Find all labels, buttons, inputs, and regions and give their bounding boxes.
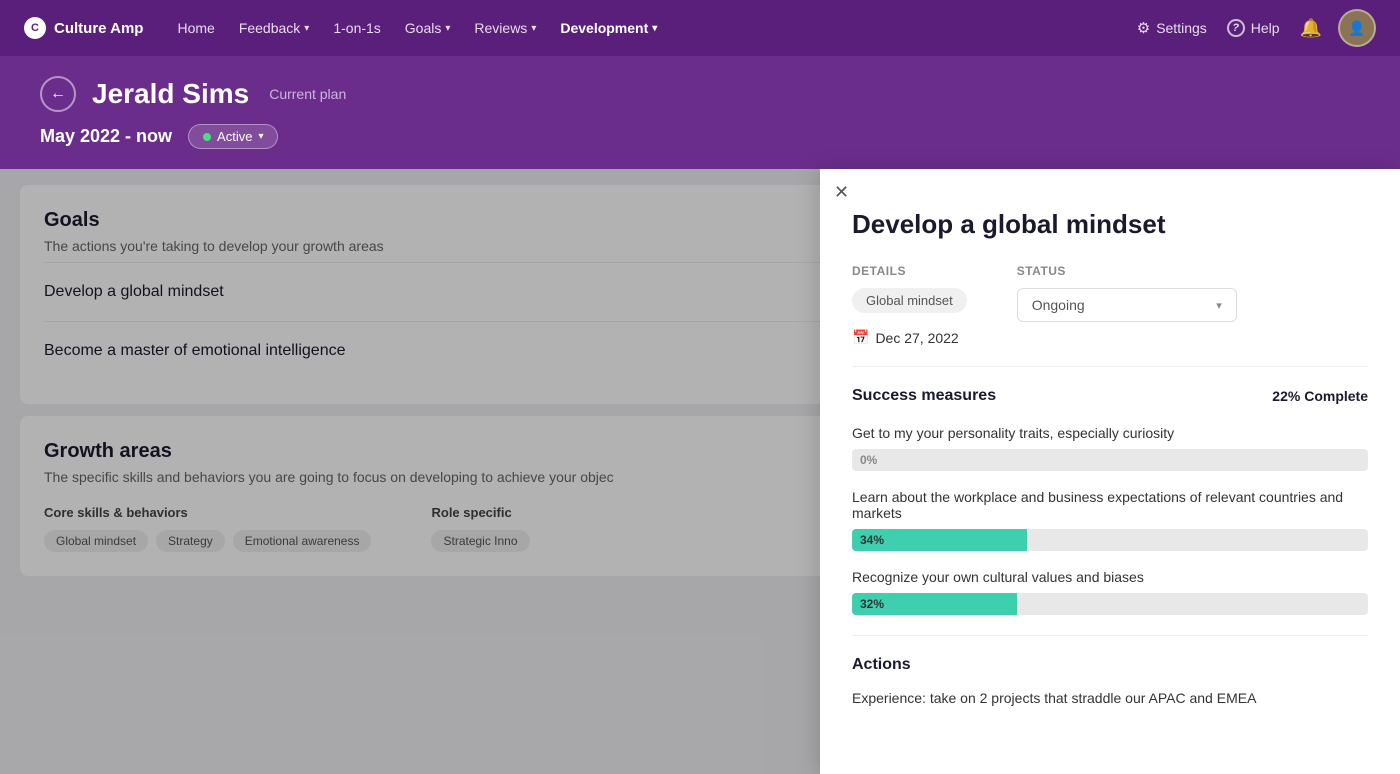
logo-icon: C	[24, 17, 46, 39]
measure-text-2: Learn about the workplace and business e…	[852, 489, 1368, 521]
help-nav[interactable]: ? Help	[1227, 19, 1280, 37]
nav-goals[interactable]: Goals ▾	[395, 14, 461, 42]
actions-title: Actions	[852, 656, 1368, 674]
panel-tag: Global mindset	[852, 288, 967, 313]
gear-icon: ⚙	[1137, 19, 1150, 37]
nav-home[interactable]: Home	[167, 14, 224, 42]
progress-bar-bg-2: 34%	[852, 529, 1368, 551]
status-dot	[203, 133, 211, 141]
back-arrow-icon: ←	[50, 85, 66, 103]
complete-badge: 22% Complete	[1272, 388, 1368, 404]
nav-1on1s[interactable]: 1-on-1s	[323, 14, 390, 42]
progress-label-3: 32%	[860, 597, 884, 611]
success-header: Success measures 22% Complete	[852, 387, 1368, 405]
chevron-down-icon: ▾	[304, 23, 309, 34]
back-button[interactable]: ←	[40, 76, 76, 112]
action-text: Experience: take on 2 projects that stra…	[852, 688, 1368, 709]
navigation: C Culture Amp Home Feedback ▾ 1-on-1s Go…	[0, 0, 1400, 56]
status-label: Status	[1017, 264, 1237, 278]
nav-development[interactable]: Development ▾	[550, 14, 667, 42]
success-title: Success measures	[852, 387, 996, 405]
chevron-down-icon: ▾	[531, 23, 536, 34]
question-icon: ?	[1227, 19, 1245, 37]
divider-2	[852, 635, 1368, 636]
date-bar: May 2022 - now Active ▾	[0, 124, 1400, 169]
status-select[interactable]: Ongoing ▾	[1017, 288, 1237, 322]
bell-icon: 🔔	[1300, 18, 1322, 38]
panel-meta: Details Global mindset 📅 Dec 27, 2022 St…	[852, 264, 1368, 346]
close-icon: ✕	[834, 182, 849, 202]
panel-date: 📅 Dec 27, 2022	[852, 329, 967, 346]
side-panel: ✕ Develop a global mindset Details Globa…	[820, 169, 1400, 774]
measure-row-3: Recognize your own cultural values and b…	[852, 569, 1368, 615]
page-header: ← Jerald Sims Current plan	[0, 56, 1400, 124]
bell-button[interactable]: 🔔	[1300, 18, 1322, 39]
settings-nav[interactable]: ⚙ Settings	[1137, 19, 1207, 37]
chevron-down-icon: ▾	[652, 23, 657, 34]
progress-label-2: 34%	[860, 533, 884, 547]
page-title: Jerald Sims	[92, 78, 249, 110]
close-button[interactable]: ✕	[834, 183, 849, 201]
measure-row-1: Get to my your personality traits, espec…	[852, 425, 1368, 471]
calendar-icon: 📅	[852, 329, 869, 346]
avatar[interactable]: 👤	[1338, 9, 1376, 47]
measure-text-3: Recognize your own cultural values and b…	[852, 569, 1368, 585]
status-badge[interactable]: Active ▾	[188, 124, 278, 149]
details-label: Details	[852, 264, 967, 278]
progress-bar-bg-3: 32%	[852, 593, 1368, 615]
logo-text: Culture Amp	[54, 20, 143, 37]
measure-text-1: Get to my your personality traits, espec…	[852, 425, 1368, 441]
chevron-down-icon: ▾	[258, 131, 263, 142]
panel-title: Develop a global mindset	[852, 209, 1368, 240]
date-range: May 2022 - now	[40, 126, 172, 147]
content-area: Goals The actions you're taking to devel…	[0, 169, 1400, 774]
measure-row-2: Learn about the workplace and business e…	[852, 489, 1368, 551]
divider	[852, 366, 1368, 367]
progress-bar-bg-1: 0%	[852, 449, 1368, 471]
nav-feedback[interactable]: Feedback ▾	[229, 14, 320, 42]
chevron-down-icon: ▾	[1216, 299, 1222, 312]
nav-reviews[interactable]: Reviews ▾	[464, 14, 546, 42]
logo[interactable]: C Culture Amp	[24, 17, 143, 39]
page-subtitle: Current plan	[269, 86, 346, 102]
chevron-down-icon: ▾	[445, 23, 450, 34]
actions-section: Actions Experience: take on 2 projects t…	[852, 656, 1368, 709]
avatar-image: 👤	[1348, 20, 1365, 37]
progress-label-1: 0%	[860, 453, 877, 467]
